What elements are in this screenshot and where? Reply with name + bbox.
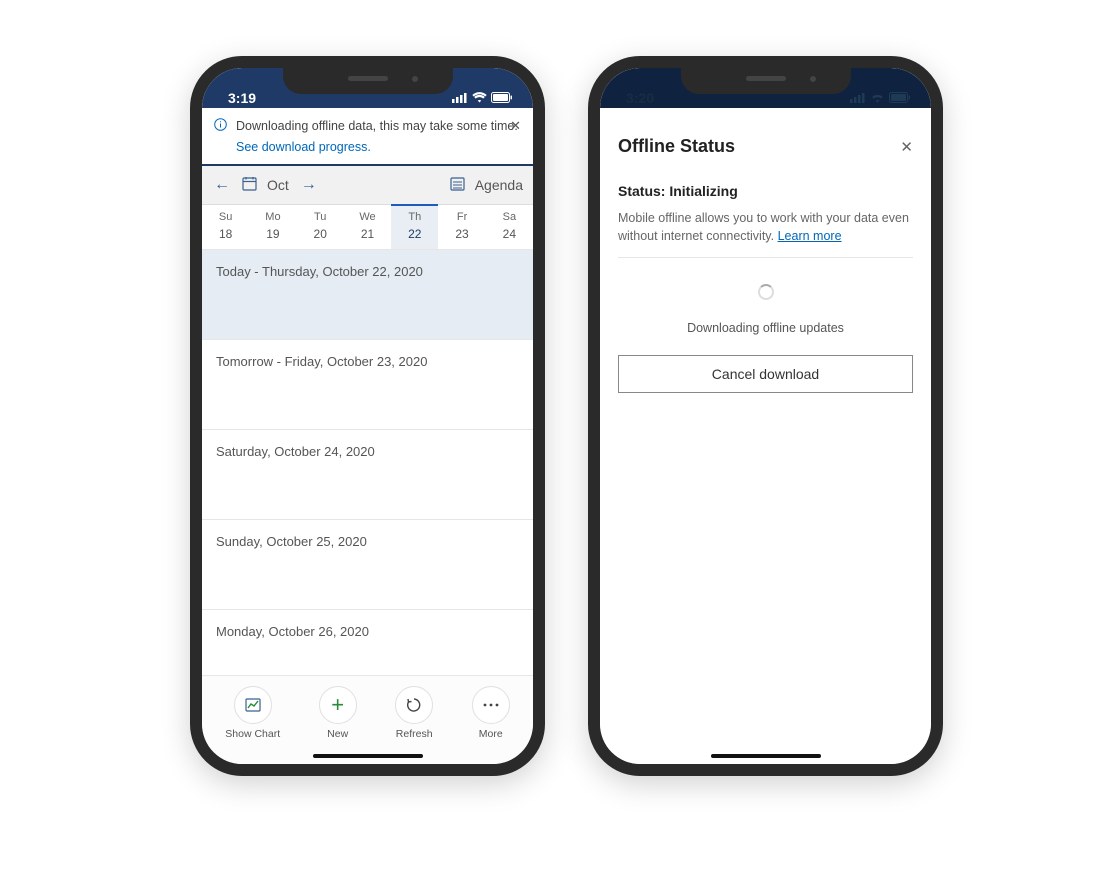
day-su[interactable]: Su18 bbox=[202, 205, 249, 249]
calendar-header: ← Oct → Agenda bbox=[202, 166, 533, 205]
spinner-icon bbox=[758, 284, 774, 300]
banner-link[interactable]: See download progress. bbox=[236, 139, 521, 156]
panel-title: Offline Status bbox=[618, 136, 735, 157]
banner-message: Downloading offline data, this may take … bbox=[236, 119, 518, 133]
day-we[interactable]: We21 bbox=[344, 205, 391, 249]
notch bbox=[283, 66, 453, 94]
agenda-icon[interactable] bbox=[450, 176, 465, 194]
day-mo[interactable]: Mo19 bbox=[249, 205, 296, 249]
next-arrow-icon[interactable]: → bbox=[299, 174, 319, 196]
spinner-wrap bbox=[618, 258, 913, 321]
phone-left: 3:19 Downloading offline data, this may … bbox=[190, 56, 545, 776]
agenda-label[interactable]: Agenda bbox=[475, 177, 523, 193]
more-button[interactable]: More bbox=[472, 686, 510, 740]
status-time: 3:20 bbox=[626, 90, 654, 106]
close-icon[interactable]: ✕ bbox=[900, 138, 913, 156]
calendar-icon[interactable] bbox=[242, 176, 257, 194]
day-th[interactable]: Th22 bbox=[391, 205, 438, 249]
downloading-text: Downloading offline updates bbox=[618, 321, 913, 335]
phone-right: 3:20 Offline Status ✕ Status: Initi bbox=[588, 56, 943, 776]
month-label[interactable]: Oct bbox=[267, 177, 289, 193]
status-description: Mobile offline allows you to work with y… bbox=[618, 209, 913, 258]
week-row: Su18 Mo19 Tu20 We21 Th22 Fr23 Sa24 bbox=[202, 205, 533, 250]
show-chart-button[interactable]: Show Chart bbox=[225, 686, 280, 740]
signal-icon bbox=[850, 90, 866, 106]
learn-more-link[interactable]: Learn more bbox=[778, 229, 842, 243]
status-line: Status: Initializing bbox=[618, 183, 913, 199]
agenda-item-today[interactable]: Today - Thursday, October 22, 2020 bbox=[202, 250, 533, 340]
agenda-item[interactable]: Saturday, October 24, 2020 bbox=[202, 430, 533, 520]
banner-message-wrap: Downloading offline data, this may take … bbox=[236, 118, 521, 156]
download-banner: Downloading offline data, this may take … bbox=[202, 108, 533, 166]
day-fr[interactable]: Fr23 bbox=[438, 205, 485, 249]
agenda-list[interactable]: Today - Thursday, October 22, 2020 Tomor… bbox=[202, 250, 533, 700]
wifi-icon bbox=[472, 90, 487, 106]
info-icon bbox=[214, 118, 228, 134]
notch bbox=[681, 66, 851, 94]
refresh-button[interactable]: Refresh bbox=[395, 686, 433, 740]
new-button[interactable]: + New bbox=[319, 686, 357, 740]
agenda-item[interactable]: Sunday, October 25, 2020 bbox=[202, 520, 533, 610]
screen-right: 3:20 Offline Status ✕ Status: Initi bbox=[600, 68, 931, 764]
wifi-icon bbox=[870, 90, 885, 106]
bottom-bar: Show Chart + New Refresh More bbox=[202, 675, 533, 764]
close-icon[interactable]: ✕ bbox=[510, 118, 521, 134]
status-icons bbox=[850, 90, 911, 106]
offline-status-panel: Offline Status ✕ Status: Initializing Mo… bbox=[600, 108, 931, 393]
screen-left: 3:19 Downloading offline data, this may … bbox=[202, 68, 533, 764]
plus-icon: + bbox=[319, 686, 357, 724]
home-indicator[interactable] bbox=[711, 754, 821, 758]
prev-arrow-icon[interactable]: ← bbox=[212, 174, 232, 196]
agenda-item[interactable]: Tomorrow - Friday, October 23, 2020 bbox=[202, 340, 533, 430]
refresh-icon bbox=[395, 686, 433, 724]
cancel-download-button[interactable]: Cancel download bbox=[618, 355, 913, 393]
battery-icon bbox=[491, 90, 513, 106]
home-indicator[interactable] bbox=[313, 754, 423, 758]
signal-icon bbox=[452, 90, 468, 106]
day-tu[interactable]: Tu20 bbox=[297, 205, 344, 249]
status-icons bbox=[452, 90, 513, 106]
battery-icon bbox=[889, 90, 911, 106]
panel-wrap: Offline Status ✕ Status: Initializing Mo… bbox=[600, 108, 931, 764]
more-icon bbox=[472, 686, 510, 724]
status-time: 3:19 bbox=[228, 90, 256, 106]
day-sa[interactable]: Sa24 bbox=[486, 205, 533, 249]
chart-icon bbox=[234, 686, 272, 724]
